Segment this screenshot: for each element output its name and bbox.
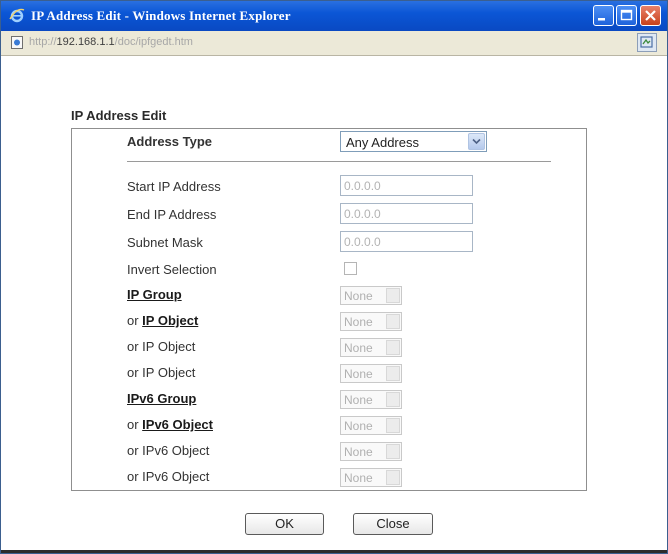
ipv6-group-select[interactable]: None [340, 390, 402, 409]
ipv6-object-2-select[interactable]: None [340, 442, 402, 461]
page-icon [11, 36, 23, 49]
divider [127, 161, 551, 162]
address-type-select[interactable]: Any Address [340, 131, 487, 152]
maximize-button[interactable] [616, 5, 637, 26]
section-title: IP Address Edit [71, 108, 167, 123]
start-ip-input[interactable]: 0.0.0.0 [340, 175, 473, 196]
window-bottom-border [1, 550, 667, 553]
chevron-down-icon [386, 288, 400, 303]
compatibility-view-button[interactable] [637, 33, 657, 52]
chevron-down-icon [386, 418, 400, 433]
end-ip-label: End IP Address [127, 207, 217, 222]
subnet-mask-label: Subnet Mask [127, 235, 203, 250]
chevron-down-icon [386, 366, 400, 381]
ipv6-object-3-label: or IPv6 Object [127, 469, 210, 484]
address-type-label: Address Type [127, 134, 213, 149]
ipv6-object-2-label: or IPv6 Object [127, 443, 210, 458]
window-close-button[interactable] [640, 5, 661, 26]
ip-object-1-select[interactable]: None [340, 312, 402, 331]
compatibility-view-icon [640, 36, 653, 48]
ipv6-object-link[interactable]: IPv6 Object [142, 417, 213, 432]
minimize-icon [598, 18, 605, 21]
title-bar[interactable]: IP Address Edit - Windows Internet Explo… [1, 1, 667, 31]
ip-object-3-select[interactable]: None [340, 364, 402, 383]
ip-object-1-label: or IP Object [127, 313, 199, 328]
minimize-button[interactable] [593, 5, 614, 26]
ie-logo-icon [9, 8, 25, 23]
ipv6-object-1-label: or IPv6 Object [127, 417, 213, 432]
close-icon [645, 10, 656, 21]
maximize-icon [620, 9, 633, 21]
end-ip-input[interactable]: 0.0.0.0 [340, 203, 473, 224]
chevron-down-icon [386, 340, 400, 355]
ip-group-link[interactable]: IP Group [127, 287, 182, 302]
address-url[interactable]: http://192.168.1.1/doc/ipfgedt.htm [29, 36, 193, 48]
ipv6-object-1-select[interactable]: None [340, 416, 402, 435]
ip-group-select[interactable]: None [340, 286, 402, 305]
ip-object-link[interactable]: IP Object [142, 313, 198, 328]
invert-selection-label: Invert Selection [127, 262, 217, 277]
browser-window: IP Address Edit - Windows Internet Explo… [0, 0, 668, 554]
chevron-down-icon [386, 392, 400, 407]
ip-object-3-label: or IP Object [127, 365, 196, 380]
invert-selection-checkbox[interactable] [344, 262, 357, 275]
dialog-content: IP Address Edit Address Type Any Address… [1, 56, 667, 553]
subnet-mask-input[interactable]: 0.0.0.0 [340, 231, 473, 252]
address-bar[interactable]: http://192.168.1.1/doc/ipfgedt.htm [1, 31, 667, 56]
close-button[interactable]: Close [353, 513, 433, 535]
ip-object-2-select[interactable]: None [340, 338, 402, 357]
start-ip-label: Start IP Address [127, 179, 221, 194]
chevron-down-icon [386, 470, 400, 485]
window-title: IP Address Edit - Windows Internet Explo… [31, 8, 291, 23]
chevron-down-icon [472, 138, 481, 145]
address-type-value: Any Address [346, 135, 419, 150]
chevron-down-icon [386, 444, 400, 459]
chevron-down-icon [386, 314, 400, 329]
ip-object-2-label: or IP Object [127, 339, 196, 354]
ipv6-group-link[interactable]: IPv6 Group [127, 391, 196, 406]
ok-button[interactable]: OK [245, 513, 324, 535]
address-type-dropdown-button[interactable] [468, 133, 485, 150]
ipv6-object-3-select[interactable]: None [340, 468, 402, 487]
